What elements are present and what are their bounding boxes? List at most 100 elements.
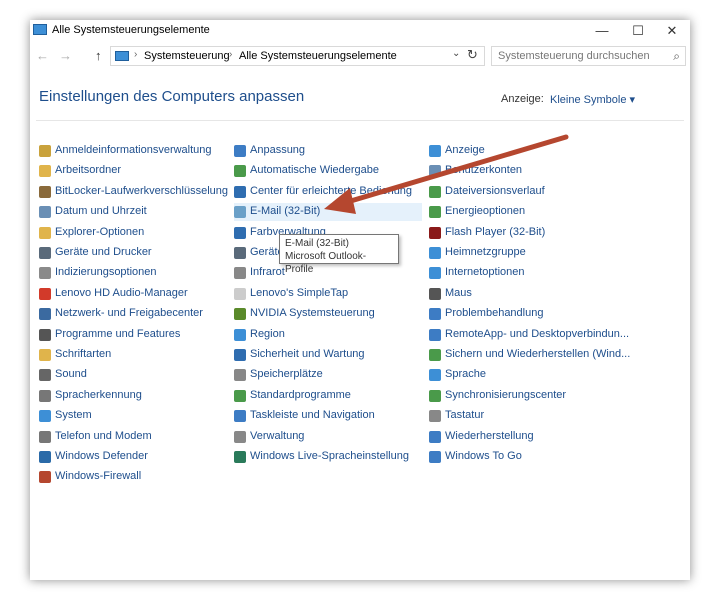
internet-options-icon [429, 267, 441, 280]
search-placeholder: Systemsteuerung durchsuchen [498, 50, 650, 62]
admin-tools-icon [234, 430, 246, 443]
control-panel-item-label: Anzeige [445, 144, 485, 156]
control-panel-item-label: Taskleiste und Navigation [250, 409, 375, 422]
control-panel-item-label: Windows-Firewall [55, 470, 142, 483]
control-panel-item-label: Sicherheit und Wartung [250, 348, 365, 360]
remoteapp-icon [429, 328, 441, 341]
chevron-down-icon[interactable]: ⌄ [452, 48, 460, 59]
taskbar-icon [234, 410, 246, 423]
nvidia-icon [234, 308, 246, 321]
folder-icon [39, 165, 51, 178]
view-label: Anzeige: [501, 93, 544, 105]
control-panel-item-label: Heimnetzgruppe [445, 246, 526, 258]
recovery-icon [429, 430, 441, 443]
troubleshoot-icon [429, 308, 441, 321]
navigation-bar: ← → ↑ › Systemsteuerung › Alle Systemste… [30, 46, 690, 68]
breadcrumb-alle-elemente[interactable]: Alle Systemsteuerungselemente [239, 50, 397, 62]
view-dropdown[interactable]: Kleine Symbole ▾ [550, 93, 635, 106]
display-icon [429, 145, 441, 157]
region-icon [234, 328, 246, 341]
control-panel-item-label: Netzwerk- und Freigabecenter [55, 307, 203, 320]
control-panel-item-label: Sprache [445, 368, 486, 381]
control-panel-item-label: Automatische Wiedergabe [250, 164, 380, 177]
power-icon [429, 206, 441, 219]
control-panel-icon [115, 51, 129, 61]
control-panel-item-label: Explorer-Optionen [55, 225, 145, 238]
control-panel-item-label: Speicherplätze [250, 368, 323, 381]
default-programs-icon [234, 389, 246, 402]
control-panel-item-label: Dateiversionsverlauf [445, 184, 545, 197]
network-icon [39, 308, 51, 321]
control-panel-item-label: Problembehandlung [445, 307, 544, 320]
control-panel-item-label: Lenovo's SimpleTap [250, 286, 349, 299]
control-panel-item-label: Flash Player (32-Bit) [445, 225, 546, 238]
control-panel-item-label: Schriftarten [55, 348, 112, 360]
microphone-icon [39, 389, 51, 402]
globe-icon [234, 451, 246, 463]
tooltip: E-Mail (32-Bit) Microsoft Outlook-Profil… [279, 234, 399, 275]
control-panel-item-label: E-Mail (32-Bit) [250, 205, 321, 218]
clock-icon [39, 206, 51, 219]
color-management-icon [234, 226, 246, 239]
control-panel-item-label: Anpassung [250, 144, 306, 156]
language-icon [429, 369, 441, 382]
maximize-button[interactable]: ☐ [620, 20, 656, 42]
backup-icon [429, 349, 441, 361]
control-panel-item-label: Indizierungsoptionen [55, 266, 157, 279]
close-button[interactable]: ✕ [654, 20, 690, 42]
control-panel-item-label: RemoteApp- und Desktopverbindun... [445, 327, 630, 340]
forward-arrow-icon[interactable]: → [59, 48, 72, 63]
up-arrow-icon[interactable]: ↑ [95, 48, 102, 63]
control-panel-item-label: Infrarot [250, 266, 285, 279]
control-panel-item-label: Sound [55, 368, 87, 381]
control-panel-item-label: Spracherkennung [55, 388, 142, 401]
homegroup-icon [429, 247, 441, 259]
back-arrow-icon[interactable]: ← [36, 48, 49, 63]
storage-icon [234, 369, 246, 382]
page-title: Einstellungen des Computers anpassen [39, 88, 305, 105]
control-panel-item-label: Tastatur [445, 409, 485, 422]
control-panel-item-label: Windows Live-Spracheinstellung [250, 450, 409, 462]
flag-icon [234, 349, 246, 361]
refresh-icon[interactable]: ↻ [467, 47, 478, 63]
control-panel-item-label: Windows To Go [445, 450, 522, 462]
tooltip-description: Microsoft Outlook-Profile [285, 251, 367, 275]
search-input[interactable]: Systemsteuerung durchsuchen ⌕ [491, 46, 686, 66]
control-panel-item-label: Lenovo HD Audio-Manager [55, 286, 188, 299]
user-accounts-icon [429, 165, 441, 178]
flash-icon [429, 226, 441, 239]
mail-icon [234, 206, 246, 219]
personalization-icon [234, 145, 246, 157]
control-panel-item-label: Maus [445, 286, 472, 299]
mouse-icon [429, 287, 441, 300]
infrared-icon [234, 267, 246, 280]
audio-manager-icon [39, 287, 51, 300]
chevron-right-icon[interactable]: › [229, 49, 232, 60]
control-panel-item-label: Energieoptionen [445, 205, 526, 218]
control-panel-item-label: Arbeitsordner [55, 164, 122, 177]
control-panel-item-label: Center für erleichterte Bedienung [250, 184, 413, 197]
control-panel-item-label: Synchronisierungscenter [445, 388, 567, 401]
control-panel-item-label: Programme und Features [55, 327, 181, 340]
control-panel-item-label: Sichern und Wiederherstellen (Wind... [445, 348, 631, 360]
control-panel-item-label: Telefon und Modem [55, 429, 152, 442]
phone-icon [39, 430, 51, 443]
search-icon[interactable]: ⌕ [673, 49, 680, 64]
chevron-right-icon[interactable]: › [134, 49, 137, 60]
address-bar[interactable]: › Systemsteuerung › Alle Systemsteuerung… [110, 46, 485, 66]
control-panel-window: Alle Systemsteuerungselemente — ☐ ✕ ← → … [30, 20, 690, 580]
window-title: Alle Systemsteuerungselemente [52, 24, 210, 36]
minimize-button[interactable]: — [584, 20, 620, 42]
control-panel-item-label: Verwaltung [250, 429, 305, 442]
control-panel-item[interactable]: E-Mail (32-Bit) [234, 203, 422, 222]
file-history-icon [429, 185, 441, 198]
control-panel-item-label: Benutzerkonten [445, 164, 523, 177]
control-panel-item-label: System [55, 409, 92, 422]
control-panel-item-label: Geräte und Drucker [55, 246, 152, 258]
indexing-icon [39, 267, 51, 280]
printer-icon [39, 247, 51, 259]
bitlocker-icon [39, 185, 51, 198]
accessibility-icon [234, 185, 246, 198]
control-panel-item-label: Region [250, 327, 285, 340]
breadcrumb-systemsteuerung[interactable]: Systemsteuerung [144, 50, 230, 62]
